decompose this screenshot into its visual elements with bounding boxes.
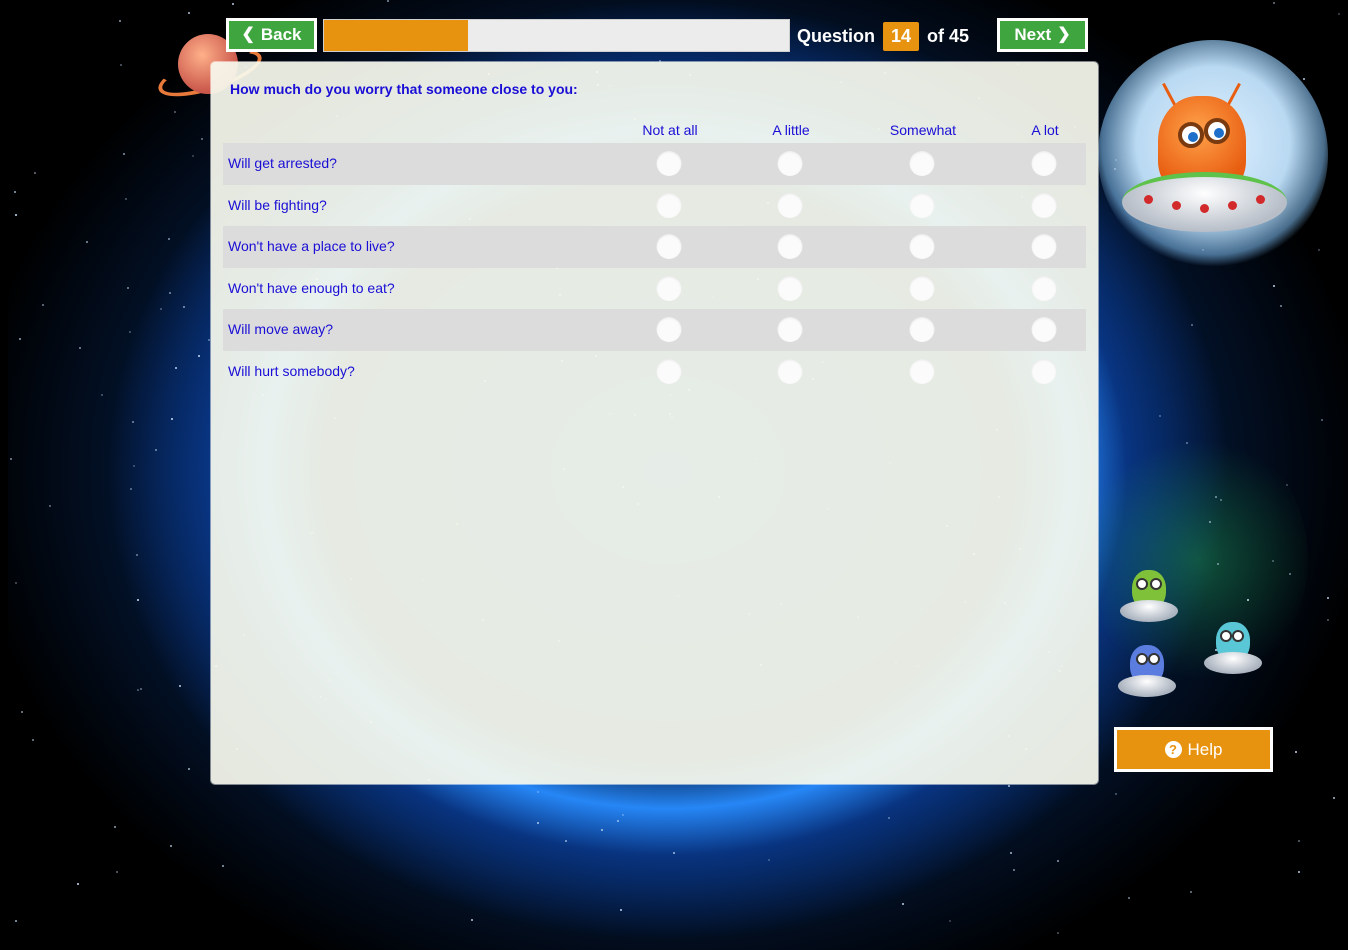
radio-option[interactable] <box>777 275 803 301</box>
question-row: Will be fighting? <box>223 185 1086 227</box>
question-row-label: Won't have enough to eat? <box>228 279 395 296</box>
radio-option[interactable] <box>656 151 682 176</box>
column-header-a-little: A little <box>772 122 810 138</box>
radio-option[interactable] <box>909 358 935 384</box>
radio-option[interactable] <box>777 234 803 259</box>
radio-option[interactable] <box>1031 192 1057 218</box>
next-button[interactable]: Next ❯ <box>997 18 1088 52</box>
question-prompt: How much do you worry that someone close… <box>230 81 578 97</box>
help-button-label: Help <box>1187 739 1223 759</box>
question-row: Will hurt somebody? <box>223 351 1086 393</box>
column-header-not-at-all: Not at all <box>642 122 698 138</box>
radio-option[interactable] <box>1031 275 1057 301</box>
question-row-label: Will move away? <box>228 321 334 337</box>
progress-bar <box>323 19 790 52</box>
radio-option[interactable] <box>656 358 682 384</box>
question-word: Question <box>797 25 876 46</box>
column-header-a-lot: A lot <box>1031 122 1059 138</box>
radio-option[interactable] <box>1031 317 1057 342</box>
question-row-label: Will hurt somebody? <box>228 362 355 379</box>
progress-fill <box>324 20 469 51</box>
radio-option[interactable] <box>656 234 682 259</box>
radio-option[interactable] <box>909 234 935 259</box>
question-row-label: Won't have a place to live? <box>228 238 395 254</box>
radio-option[interactable] <box>1031 234 1057 259</box>
question-row-label: Will get arrested? <box>228 155 337 171</box>
question-counter: Question 14 of 45 <box>797 20 969 52</box>
question-total: of 45 <box>927 25 970 46</box>
green-alien-illustration <box>1120 570 1178 630</box>
help-button[interactable]: ? Help <box>1114 727 1273 772</box>
radio-option[interactable] <box>909 275 935 301</box>
back-button[interactable]: ❮ Back <box>226 18 317 52</box>
radio-option[interactable] <box>777 317 803 342</box>
radio-option[interactable] <box>656 275 682 301</box>
question-row: Will move away? <box>223 309 1086 351</box>
question-row-label: Will be fighting? <box>228 196 327 213</box>
radio-option[interactable] <box>1031 358 1057 384</box>
chevron-left-icon: ❮ <box>241 26 255 43</box>
radio-option[interactable] <box>1031 151 1057 176</box>
back-button-label: Back <box>260 25 302 44</box>
chevron-right-icon: ❯ <box>1057 26 1071 43</box>
radio-option[interactable] <box>909 151 935 176</box>
radio-option[interactable] <box>656 317 682 342</box>
question-row: Won't have enough to eat? <box>223 268 1086 310</box>
radio-option[interactable] <box>909 192 935 218</box>
question-panel: How much do you worry that someone close… <box>211 62 1098 784</box>
radio-option[interactable] <box>777 151 803 176</box>
next-button-label: Next <box>1014 25 1052 44</box>
teal-alien-illustration <box>1204 622 1262 682</box>
orange-alien-ufo-illustration <box>1122 82 1287 252</box>
radio-option[interactable] <box>656 192 682 218</box>
question-circle-icon: ? <box>1164 741 1182 758</box>
radio-option[interactable] <box>777 192 803 218</box>
radio-option[interactable] <box>777 358 803 384</box>
question-number-badge: 14 <box>883 21 920 51</box>
column-header-somewhat: Somewhat <box>889 122 957 138</box>
question-row: Will get arrested? <box>223 143 1086 185</box>
question-rows: Will get arrested? Will be fighting? Won't… <box>223 143 1086 392</box>
question-row: Won't have a place to live? <box>223 226 1086 268</box>
radio-option[interactable] <box>909 317 935 342</box>
blue-alien-illustration <box>1118 645 1176 705</box>
